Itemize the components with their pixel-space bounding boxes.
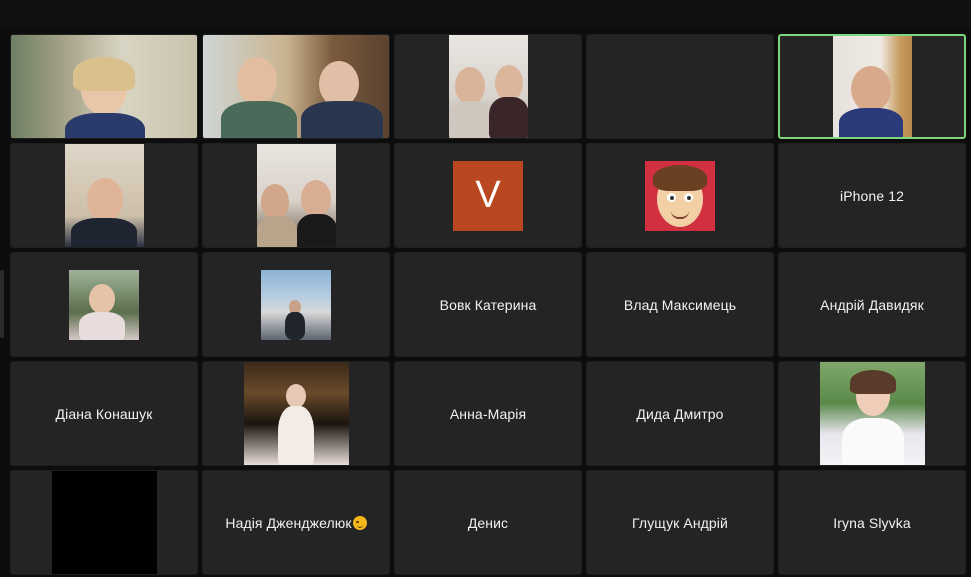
participant-tile-21[interactable] bbox=[10, 470, 198, 575]
participant-tile-11[interactable] bbox=[10, 252, 198, 357]
participant-tile-7[interactable] bbox=[202, 143, 390, 248]
participant-name: Анна-Марія bbox=[449, 405, 527, 422]
participant-tile-6[interactable] bbox=[10, 143, 198, 248]
participant-tile-2[interactable] bbox=[202, 34, 390, 139]
participant-video bbox=[64, 144, 144, 247]
participant-tile-18[interactable]: Анна-Марія bbox=[394, 361, 582, 466]
participant-name: Вовк Катерина bbox=[439, 296, 537, 313]
participant-tile-14[interactable]: Влад Максимець bbox=[586, 252, 774, 357]
participant-name: Надія Дженджелюк bbox=[225, 515, 367, 531]
participant-name: Денис bbox=[467, 514, 509, 531]
participant-tile-22[interactable]: Надія Дженджелюк bbox=[202, 470, 390, 575]
side-panel-handle[interactable] bbox=[0, 270, 4, 338]
top-bar bbox=[0, 0, 971, 28]
participant-tile-1[interactable] bbox=[10, 34, 198, 139]
participant-tile-5-active-speaker[interactable] bbox=[778, 34, 966, 139]
winking-face-icon bbox=[352, 515, 367, 530]
participant-video bbox=[11, 35, 197, 138]
gallery-grid: V iPhone 12 Вовк Катерина Влад Максимець… bbox=[10, 34, 966, 575]
participant-tile-3[interactable] bbox=[394, 34, 582, 139]
participant-name: iPhone 12 bbox=[840, 187, 904, 204]
participant-tile-23[interactable]: Денис bbox=[394, 470, 582, 575]
participant-photo bbox=[819, 362, 925, 465]
participant-tile-25[interactable]: Iryna Slyvka bbox=[778, 470, 966, 575]
participant-tile-15[interactable]: Андрій Давидяк bbox=[778, 252, 966, 357]
participant-tile-19[interactable]: Дида Дмитро bbox=[586, 361, 774, 466]
participant-name: Iryna Slyvka bbox=[833, 514, 911, 531]
participant-tile-17[interactable] bbox=[202, 361, 390, 466]
participant-photo bbox=[261, 269, 331, 340]
participant-video bbox=[448, 35, 528, 138]
participant-tile-24[interactable]: Глущук Андрій bbox=[586, 470, 774, 575]
participant-tile-10[interactable]: iPhone 12 bbox=[778, 143, 966, 248]
participant-tile-20[interactable] bbox=[778, 361, 966, 466]
participant-video bbox=[256, 144, 336, 247]
participant-tile-13[interactable]: Вовк Катерина bbox=[394, 252, 582, 357]
avatar-cartoon-icon bbox=[645, 160, 715, 231]
participant-video bbox=[51, 471, 157, 574]
participant-video bbox=[203, 35, 389, 138]
participant-tile-12[interactable] bbox=[202, 252, 390, 357]
participant-name: Глущук Андрій bbox=[632, 514, 728, 531]
participant-tile-16[interactable]: Діана Конашук bbox=[10, 361, 198, 466]
participant-tile-9[interactable] bbox=[586, 143, 774, 248]
participant-name: Влад Максимець bbox=[623, 296, 737, 313]
participant-name: Дида Дмитро bbox=[636, 405, 724, 422]
participant-video bbox=[832, 36, 912, 137]
participant-tile-4[interactable] bbox=[586, 34, 774, 139]
participant-tile-8[interactable]: V bbox=[394, 143, 582, 248]
participant-name: Андрій Давидяк bbox=[820, 296, 924, 313]
participant-name: Діана Конашук bbox=[55, 405, 153, 422]
avatar-letter: V bbox=[453, 160, 523, 231]
participant-photo bbox=[69, 269, 139, 340]
participant-photo bbox=[243, 362, 349, 465]
